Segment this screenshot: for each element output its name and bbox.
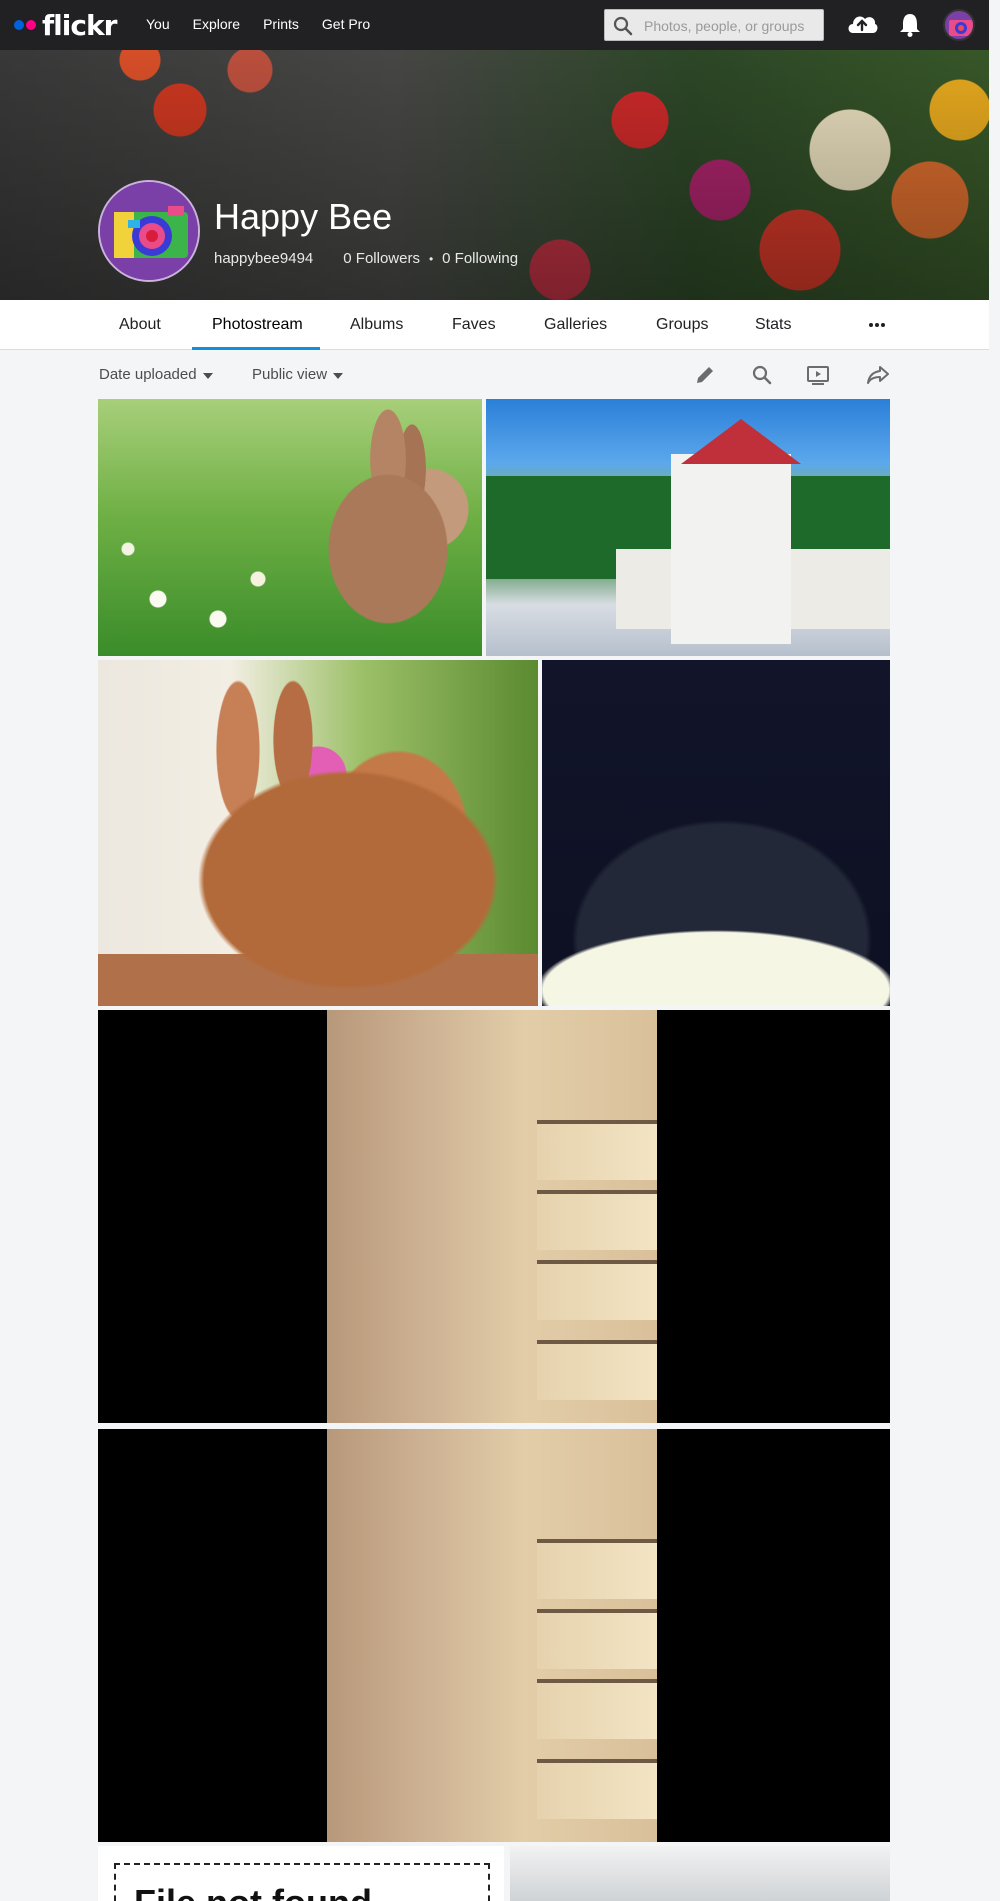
tab-groups[interactable]: Groups	[656, 316, 708, 334]
active-tab-indicator	[192, 347, 320, 350]
logo-text: flickr	[42, 8, 117, 42]
wood-panel	[327, 1429, 657, 1842]
logo-blue-dot	[14, 20, 24, 30]
photo-lamp[interactable]	[542, 660, 890, 1006]
shelf-slat	[537, 1120, 657, 1180]
sort-dropdown[interactable]: Date uploaded	[99, 366, 213, 383]
camera-avatar-icon	[949, 20, 973, 36]
profile-avatar[interactable]	[98, 180, 200, 282]
temple-roof	[681, 419, 801, 464]
chevron-down-icon	[202, 372, 213, 379]
nav-link-get-pro[interactable]: Get Pro	[322, 16, 370, 32]
shelf-slat	[537, 1340, 657, 1400]
search-icon	[613, 16, 633, 36]
profile-name: Happy Bee	[214, 196, 393, 237]
profile-meta: happybee9494 0 Followers • 0 Following	[214, 250, 518, 267]
shelf-slat	[537, 1190, 657, 1250]
photo-file-not-found[interactable]: File not found	[98, 1846, 504, 1901]
dot-separator: •	[428, 251, 434, 266]
slideshow-icon[interactable]	[806, 363, 830, 387]
chevron-down-icon	[333, 372, 344, 379]
shelf-slat	[537, 1260, 657, 1320]
tab-stats[interactable]: Stats	[755, 316, 791, 334]
nav-link-prints[interactable]: Prints	[263, 16, 299, 32]
tab-galleries[interactable]: Galleries	[544, 316, 607, 334]
nav-link-you[interactable]: You	[146, 16, 170, 32]
logo-pink-dot	[26, 20, 36, 30]
shelf-slat	[537, 1679, 657, 1739]
profile-username: happybee9494	[214, 250, 314, 267]
shelf-slat	[537, 1759, 657, 1819]
shelf-slat	[537, 1539, 657, 1599]
flickr-logo[interactable]: flickr	[14, 8, 117, 42]
upload-cloud-icon[interactable]	[845, 11, 879, 37]
profile-tabs: About Photostream Albums Faves Galleries…	[0, 300, 989, 350]
top-nav: flickr You Explore Prints Get Pro Photos…	[0, 0, 989, 50]
notifications-bell-icon[interactable]	[898, 12, 922, 38]
sort-label: Date uploaded	[99, 366, 197, 383]
nav-link-explore[interactable]: Explore	[193, 16, 240, 32]
view-dropdown[interactable]: Public view	[252, 366, 344, 383]
view-label: Public view	[252, 366, 328, 383]
following-count[interactable]: 0 Following	[442, 250, 518, 267]
search-placeholder: Photos, people, or groups	[644, 18, 805, 34]
photo-building[interactable]	[510, 1846, 890, 1901]
share-icon[interactable]	[865, 363, 891, 387]
edit-pencil-icon[interactable]	[693, 363, 717, 387]
search-input[interactable]: Photos, people, or groups	[604, 9, 824, 41]
tab-photostream[interactable]: Photostream	[212, 316, 303, 334]
more-options-icon[interactable]	[867, 315, 887, 335]
temple-tower	[671, 454, 791, 644]
photo-wooden-shelf-2[interactable]	[98, 1429, 890, 1842]
followers-count[interactable]: 0 Followers	[343, 250, 420, 267]
nav-links: You Explore Prints Get Pro	[146, 16, 393, 32]
photo-temple[interactable]	[486, 399, 890, 656]
user-avatar[interactable]	[943, 9, 975, 41]
shelf-slat	[537, 1609, 657, 1669]
search-photostream-icon[interactable]	[750, 363, 774, 387]
photo-rabbit-flower[interactable]	[98, 660, 538, 1006]
camera-avatar-icon	[100, 182, 198, 280]
file-not-found-text: File not found	[134, 1882, 372, 1901]
tab-faves[interactable]: Faves	[452, 316, 496, 334]
tab-albums[interactable]: Albums	[350, 316, 403, 334]
tab-about[interactable]: About	[119, 316, 161, 334]
photo-wooden-shelf-1[interactable]	[98, 1010, 890, 1423]
photo-rabbit-daisies[interactable]	[98, 399, 482, 656]
wood-panel	[327, 1010, 657, 1423]
